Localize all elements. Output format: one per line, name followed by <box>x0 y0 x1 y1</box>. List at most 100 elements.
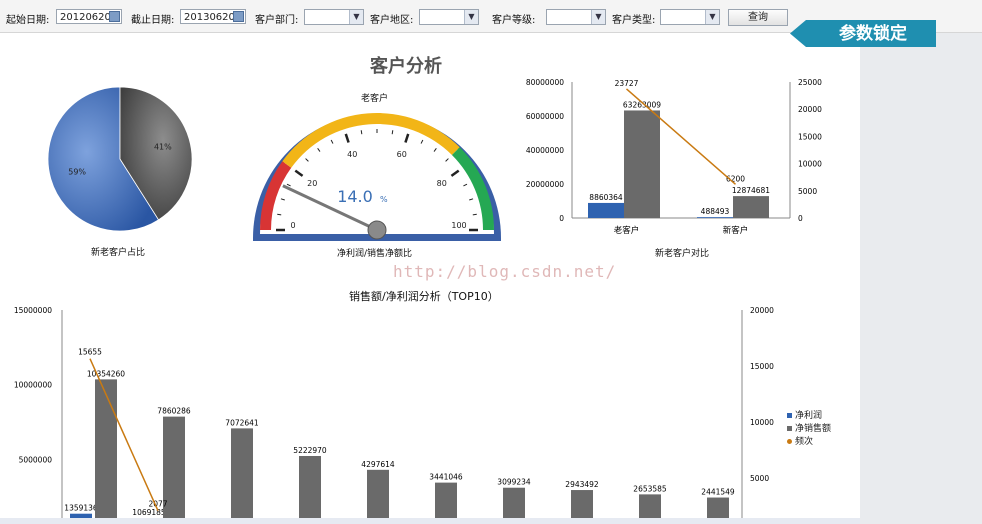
end-date-value: 20130620 <box>184 12 235 23</box>
gauge-tick-label: 80 <box>437 179 447 188</box>
bar <box>95 379 117 524</box>
customer-compare-chart: 0 20000000 40000000 60000000 80000000 0 5000 10… <box>526 78 822 236</box>
region-select[interactable]: ▼ <box>419 9 479 25</box>
pie-caption: 新老客户占比 <box>91 248 146 258</box>
gauge-tick-label: 60 <box>397 150 407 159</box>
y2-tick-label: 15000 <box>750 362 774 371</box>
y2-tick-label: 20000 <box>750 306 774 315</box>
gauge-tick-label: 20 <box>307 179 317 188</box>
pie-slice-label: 59% <box>68 167 86 176</box>
bar <box>588 202 624 218</box>
combo-caption: 新老客户对比 <box>655 249 710 259</box>
bar-value-label: 2943492 <box>565 480 599 489</box>
gauge-tick-label: 40 <box>347 150 357 159</box>
gauge-face <box>260 117 494 234</box>
y2-tick-label: 15000 <box>798 132 822 141</box>
top10-plot: 5000000 10000000 15000000 5000 10000 15000 200… <box>0 306 860 524</box>
bar <box>367 469 389 524</box>
bar-value-label: 1069185 <box>132 508 166 517</box>
x-tick-label: 老客户 <box>614 225 640 236</box>
legend-label: 净利润 <box>795 411 823 421</box>
legend-swatch <box>787 426 792 431</box>
gauge-hub <box>367 220 387 240</box>
chevron-down-icon[interactable]: ▼ <box>591 10 605 24</box>
top10-legend: 净利润 净销售额 频次 <box>787 408 831 447</box>
bar-value-label: 7860286 <box>157 407 191 416</box>
query-button[interactable]: 查询 <box>728 9 788 26</box>
y-tick-label: 20000000 <box>526 180 564 189</box>
banner-text: 参数锁定 <box>839 23 907 44</box>
y2-tick-label: 25000 <box>798 78 822 87</box>
gauge-chart: 0 20 40 60 80 100 14.0 % <box>253 112 501 241</box>
gauge-tick <box>391 130 394 135</box>
top10-chart: 5000000 10000000 15000000 5000 10000 15000 200… <box>0 306 860 524</box>
y-tick-label: 60000000 <box>526 112 564 121</box>
page-title: 客户分析 <box>370 56 442 77</box>
bar <box>435 482 457 524</box>
y2-tick-label: 5000 <box>798 187 817 196</box>
end-date-label: 截止日期: <box>131 15 175 26</box>
y2-tick-label: 0 <box>798 214 803 223</box>
start-date-field[interactable]: 20120620 <box>56 9 122 24</box>
region-label: 客户地区: <box>370 15 414 26</box>
y2-tick-label: 5000 <box>750 474 769 483</box>
x-tick-label: 新客户 <box>723 225 749 236</box>
gauge-unit: % <box>380 195 388 204</box>
pie-slice-label: 41% <box>154 143 172 152</box>
bar-value-label: 10354260 <box>87 369 125 378</box>
legend-label: 净销售额 <box>795 424 832 434</box>
gauge-tick <box>472 213 477 216</box>
y2-tick-label: 20000 <box>798 105 822 114</box>
end-date-field[interactable]: 20130620 <box>180 9 246 24</box>
bar-value-label: 8860364 <box>589 193 623 202</box>
type-label: 客户类型: <box>612 15 656 26</box>
y-tick-label: 5000000 <box>19 455 53 464</box>
gauge-tick-label: 100 <box>451 221 466 230</box>
line-value-label: 15655 <box>78 348 102 357</box>
start-date-value: 20120620 <box>60 12 111 23</box>
y-tick-label: 15000000 <box>14 306 52 315</box>
line-value-label: 23727 <box>615 79 639 88</box>
start-date-label: 起始日期: <box>6 15 50 26</box>
pie-chart: 59% 41% <box>47 86 193 232</box>
bar-value-label: 12874681 <box>732 186 770 195</box>
legend-swatch <box>787 413 792 418</box>
gauge-tick-label: 0 <box>290 221 295 230</box>
legend-item: 净销售额 <box>787 421 831 434</box>
y-tick-label: 80000000 <box>526 78 564 87</box>
bar-value-label: 488493 <box>701 207 730 216</box>
legend-item: 净利润 <box>787 408 831 421</box>
y2-tick-label: 10000 <box>750 418 774 427</box>
department-select[interactable]: ▼ <box>304 9 364 25</box>
calendar-icon[interactable] <box>109 11 120 22</box>
bar-value-label: 5222970 <box>293 446 327 455</box>
legend-label: 频次 <box>795 437 814 447</box>
calendar-icon[interactable] <box>233 11 244 22</box>
y-tick-label: 10000000 <box>14 381 52 390</box>
y-tick-label: 40000000 <box>526 146 564 155</box>
bar-value-label: 2653585 <box>633 484 667 493</box>
bar <box>299 456 321 524</box>
customer-compare-plot: 0 20000000 40000000 60000000 80000000 0 5000 10… <box>526 78 822 236</box>
gauge-caption: 净利润/销售净额比 <box>337 249 413 259</box>
chevron-down-icon[interactable]: ▼ <box>705 10 719 24</box>
chevron-down-icon[interactable]: ▼ <box>349 10 363 24</box>
legend-item: 频次 <box>787 434 831 447</box>
y2-tick-label: 10000 <box>798 160 822 169</box>
pie-slices: 59% 41% <box>47 86 193 232</box>
level-select[interactable]: ▼ <box>546 9 606 25</box>
level-label: 客户等级: <box>492 15 536 26</box>
bar-value-label: 4297614 <box>361 460 395 469</box>
watermark: http://blog.csdn.net/ <box>393 262 617 281</box>
y-tick-label: 0 <box>559 214 564 223</box>
bar-value-label: 1359136 <box>64 504 98 513</box>
gauge-tick <box>360 130 363 135</box>
bar <box>624 110 660 218</box>
bar <box>733 196 769 218</box>
bar <box>231 428 253 524</box>
gauge-tick <box>277 213 282 216</box>
type-select[interactable]: ▼ <box>660 9 720 25</box>
chevron-down-icon[interactable]: ▼ <box>464 10 478 24</box>
horizontal-scrollbar <box>0 518 860 524</box>
gauge-value: 14.0 <box>337 187 373 206</box>
